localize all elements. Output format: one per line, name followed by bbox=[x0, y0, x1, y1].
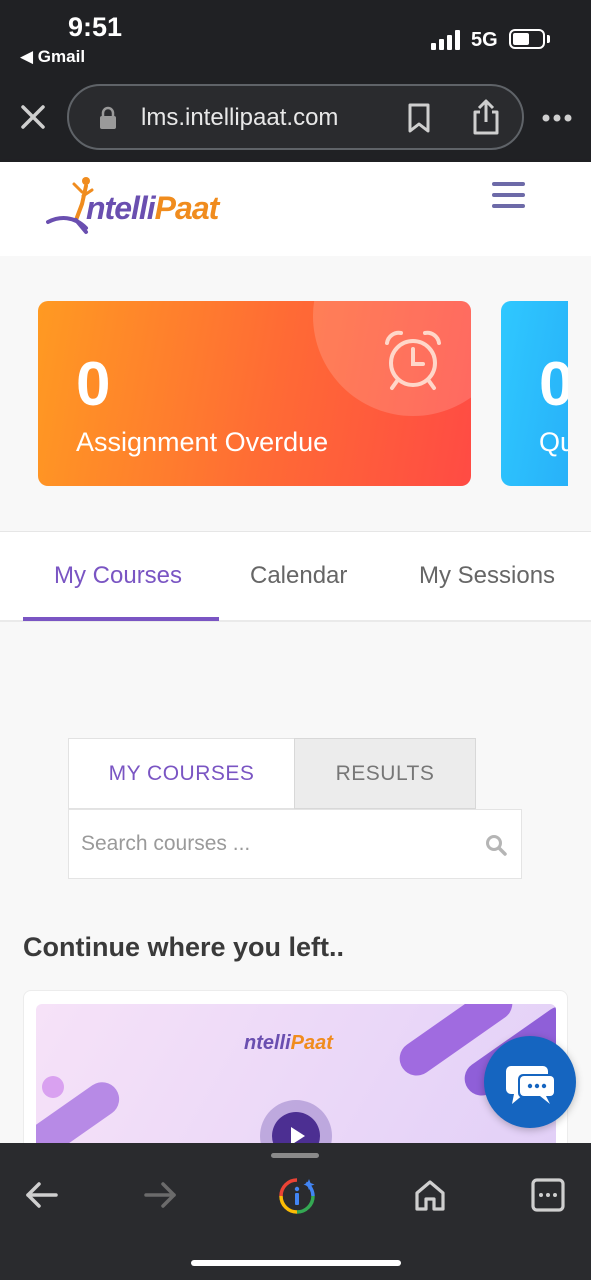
thumb-logo-part1: ntelli bbox=[244, 1032, 291, 1054]
bookmark-icon[interactable] bbox=[405, 102, 433, 134]
forward-arrow-icon[interactable] bbox=[142, 1177, 178, 1213]
lock-icon bbox=[100, 106, 116, 129]
subtab-my-courses[interactable]: MY COURSES bbox=[68, 738, 295, 809]
url-text[interactable]: lms.intellipaat.com bbox=[141, 104, 338, 132]
back-to-app-link[interactable]: ◀ Gmail bbox=[20, 47, 85, 67]
stat-label: Assignment Overdue bbox=[76, 427, 329, 457]
chat-icon bbox=[506, 1066, 556, 1104]
browser-toolbar bbox=[0, 1143, 591, 1280]
status-bar: 9:51 ◀ Gmail 5G bbox=[0, 0, 591, 80]
course-thumbnail[interactable]: ntelliPaat bbox=[36, 1004, 556, 1149]
stat-card-assignment-overdue[interactable]: 0 Assignment Overdue bbox=[38, 301, 471, 486]
status-time: 9:51 bbox=[68, 12, 123, 42]
intellipaat-logo[interactable]: ntelliPaat bbox=[46, 170, 236, 242]
back-arrow-icon[interactable] bbox=[24, 1177, 60, 1213]
site-header: ntelliPaat bbox=[0, 162, 591, 256]
tab-my-sessions[interactable]: My Sessions bbox=[419, 562, 555, 590]
thumb-decor-dot bbox=[42, 1076, 64, 1098]
more-icon[interactable] bbox=[541, 112, 573, 124]
course-subtabs: MY COURSES RESULTS bbox=[68, 738, 476, 809]
thumb-logo: ntelliPaat bbox=[244, 1032, 333, 1055]
hamburger-menu-icon[interactable] bbox=[492, 182, 526, 210]
subtab-results[interactable]: RESULTS bbox=[294, 738, 476, 809]
active-tab-indicator bbox=[23, 617, 219, 621]
continue-section-title: Continue where you left.. bbox=[23, 932, 345, 962]
browser-url-area: lms.intellipaat.com bbox=[0, 80, 591, 162]
battery-icon bbox=[509, 29, 545, 49]
thumb-logo-part2: Paat bbox=[290, 1032, 333, 1054]
home-icon[interactable] bbox=[412, 1177, 448, 1213]
home-indicator bbox=[191, 1260, 401, 1266]
logo-wordmark-part1: ntelli bbox=[86, 190, 156, 226]
logo-wordmark-part2: Paat bbox=[154, 190, 220, 226]
logo-wordmark: ntelliPaat bbox=[86, 190, 220, 227]
tab-calendar[interactable]: Calendar bbox=[250, 562, 347, 590]
close-icon[interactable] bbox=[18, 102, 48, 132]
tabs-overview-icon[interactable] bbox=[530, 1177, 566, 1213]
battery-cap bbox=[547, 35, 550, 43]
tab-my-courses[interactable]: My Courses bbox=[54, 562, 182, 590]
search-input[interactable] bbox=[81, 826, 471, 862]
carousel-edge bbox=[568, 256, 591, 531]
chat-support-button[interactable] bbox=[484, 1036, 576, 1128]
search-box bbox=[68, 809, 522, 879]
network-type: 5G bbox=[471, 29, 498, 51]
main-tabs: My Courses Calendar My Sessions bbox=[0, 532, 591, 622]
stats-carousel[interactable]: 0 Assignment Overdue 0 Qu bbox=[0, 256, 591, 532]
address-bar[interactable]: lms.intellipaat.com bbox=[67, 84, 524, 150]
signal-icon bbox=[431, 30, 460, 50]
alarm-clock-icon bbox=[385, 330, 441, 390]
share-icon[interactable] bbox=[469, 98, 503, 136]
stat-value: 0 bbox=[76, 350, 111, 419]
search-icon[interactable] bbox=[485, 834, 507, 856]
sheet-drag-handle[interactable] bbox=[271, 1153, 319, 1158]
google-discover-icon[interactable] bbox=[278, 1177, 316, 1215]
